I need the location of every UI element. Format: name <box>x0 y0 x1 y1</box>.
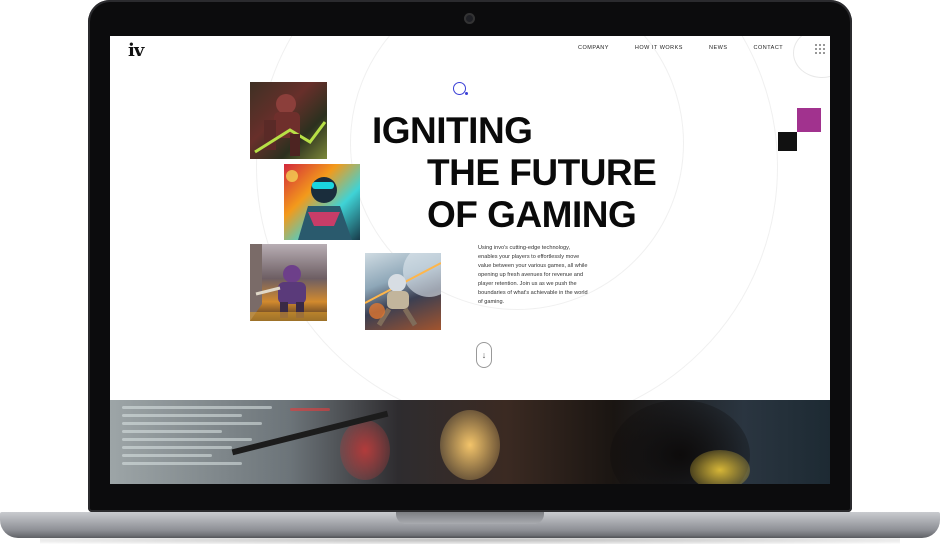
arrow-down-icon: ↓ <box>481 350 487 360</box>
nav-news[interactable]: NEWS <box>709 45 728 51</box>
knight-art <box>250 244 327 321</box>
game-art-armored-soldier <box>250 82 327 159</box>
headline-line-2: THE FUTURE <box>427 152 657 193</box>
neon-warrior-art <box>286 170 352 240</box>
laptop-notch <box>396 512 544 524</box>
game-art-knight <box>250 244 327 321</box>
laptop-shadow <box>40 536 900 544</box>
armored-soldier-art <box>250 82 327 159</box>
gamer-streaming-photo <box>110 400 830 484</box>
accent-dot <box>465 92 468 95</box>
game-art-neon-warrior <box>284 164 360 240</box>
headline-line-1: IGNITING <box>372 110 533 151</box>
nav-company[interactable]: COMPANY <box>578 45 609 51</box>
decor-square-black <box>778 132 797 151</box>
space-explorer-art <box>365 253 441 327</box>
site-logo[interactable]: iv <box>128 40 144 61</box>
hero-description: Using invo's cutting-edge technology, en… <box>478 245 588 305</box>
decor-square-purple <box>797 108 821 132</box>
nav-how-it-works[interactable]: HOW IT WORKS <box>635 45 683 51</box>
webcam-icon <box>464 13 475 24</box>
menu-circle <box>793 36 830 78</box>
nav-contact[interactable]: CONTACT <box>753 45 783 51</box>
scroll-down-button[interactable]: ↓ <box>476 342 492 368</box>
headline-line-3: OF GAMING <box>427 194 637 235</box>
website-screen: iv COMPANY HOW IT WORKS NEWS CONTACT IGN… <box>110 36 830 484</box>
top-nav: COMPANY HOW IT WORKS NEWS CONTACT <box>578 45 809 51</box>
grid-dots-icon[interactable] <box>815 44 825 54</box>
game-art-space-explorer <box>365 253 441 330</box>
